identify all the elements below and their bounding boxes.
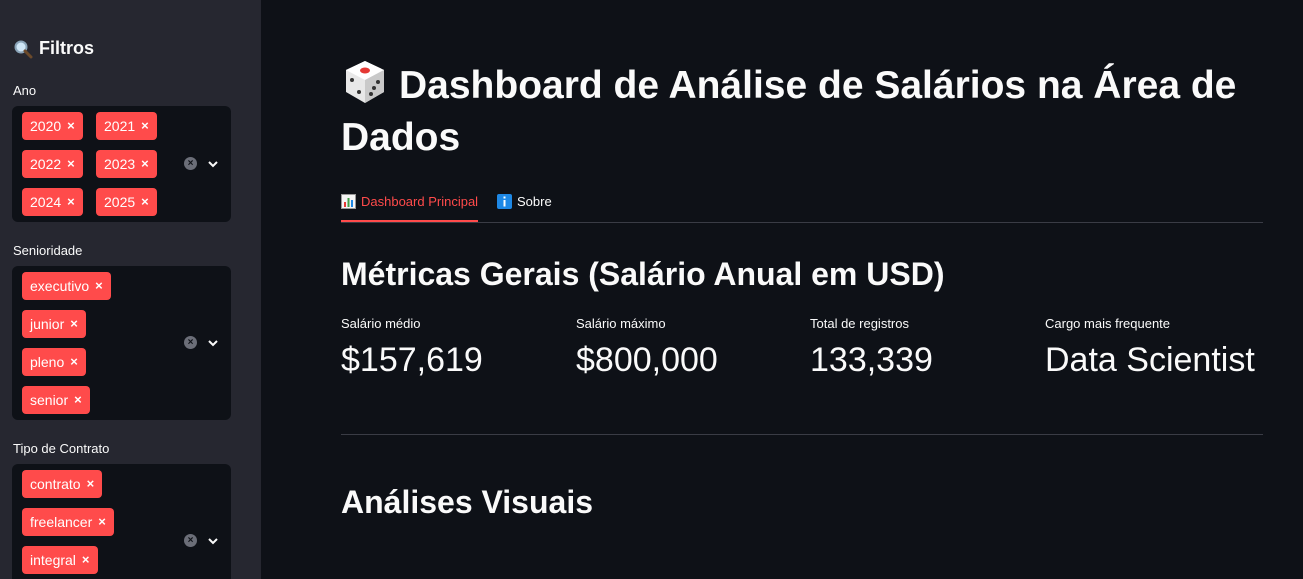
chip-label: senior xyxy=(30,392,69,408)
chip-remove-icon[interactable]: × xyxy=(67,150,75,178)
metric-total-registros: Total de registros 133,339 xyxy=(810,316,1030,380)
metric-salario-medio: Salário médio $157,619 xyxy=(341,316,561,380)
chip-remove-icon[interactable]: × xyxy=(70,310,78,338)
chip-remove-icon[interactable]: × xyxy=(67,188,75,216)
metrics-heading: Métricas Gerais (Salário Anual em USD) xyxy=(341,256,945,292)
metric-label: Total de registros xyxy=(810,316,909,331)
chip-2021: 2021 × xyxy=(96,112,157,140)
metric-label: Salário médio xyxy=(341,316,421,331)
metric-value: Data Scientist xyxy=(1045,341,1255,379)
divider xyxy=(341,434,1263,435)
chip-junior: junior × xyxy=(22,310,86,338)
chip-label: 2024 xyxy=(30,194,62,210)
metric-value: $157,619 xyxy=(341,341,483,379)
sidebar: Filtros Ano 2020 × 2021 × 2022 × 2023 × 2024… xyxy=(0,0,261,579)
chip-2024: 2024 × xyxy=(22,188,83,216)
chevron-down-icon[interactable] xyxy=(207,535,219,547)
chip-remove-icon[interactable]: × xyxy=(141,112,149,140)
die-icon xyxy=(346,61,384,103)
chip-label: 2021 xyxy=(104,118,136,134)
chip-senior: senior × xyxy=(22,386,90,414)
info-icon xyxy=(497,193,512,209)
tab-label: Dashboard Principal xyxy=(361,193,479,209)
chip-label: contrato xyxy=(30,476,81,492)
chip-label: junior xyxy=(30,316,65,332)
chip-label: 2023 xyxy=(104,156,136,172)
magnifier-icon xyxy=(14,40,33,58)
clear-all-icon[interactable]: × xyxy=(184,336,197,349)
chip-label: 2020 xyxy=(30,118,62,134)
sidebar-title-text: Filtros xyxy=(39,38,95,58)
chip-2020: 2020 × xyxy=(22,112,83,140)
page-title: Dashboard de Análise de Salários na Área… xyxy=(341,58,1263,164)
multiselect-ano[interactable]: 2020 × 2021 × 2022 × 2023 × 2024 × 2025 × × xyxy=(12,106,231,222)
metric-value: $800,000 xyxy=(576,341,718,379)
chip-label: pleno xyxy=(30,354,65,370)
multiselect-senioridade[interactable]: executivo × junior × pleno × senior × × xyxy=(12,266,231,420)
sidebar-title: Filtros xyxy=(13,38,94,59)
visuals-heading: Análises Visuais xyxy=(341,484,593,520)
chip-label: executivo xyxy=(30,278,90,294)
multiselect-controls: × xyxy=(184,157,219,170)
chip-remove-icon[interactable]: × xyxy=(82,546,90,574)
chip-remove-icon[interactable]: × xyxy=(67,112,75,140)
tab-dashboard-principal[interactable]: Dashboard Principal xyxy=(341,182,479,222)
page-title-text: Dashboard de Análise de Salários na Área… xyxy=(341,64,1237,159)
multiselect-tipo-contrato[interactable]: contrato × freelancer × integral × × xyxy=(12,464,231,579)
tab-label: Sobre xyxy=(517,193,552,209)
tab-sobre[interactable]: Sobre xyxy=(497,182,552,220)
bar-chart-icon xyxy=(341,193,356,209)
chip-remove-icon[interactable]: × xyxy=(141,150,149,178)
chip-contrato: contrato × xyxy=(22,470,103,498)
clear-all-icon[interactable]: × xyxy=(184,534,197,547)
chip-label: integral xyxy=(30,552,76,568)
chip-2025: 2025 × xyxy=(96,188,157,216)
metric-label: Salário máximo xyxy=(576,316,666,331)
chip-freelancer: freelancer × xyxy=(22,508,114,536)
chip-remove-icon[interactable]: × xyxy=(98,508,106,536)
chip-label: 2025 xyxy=(104,194,136,210)
chip-label: freelancer xyxy=(30,514,93,530)
chevron-down-icon[interactable] xyxy=(207,337,219,349)
metric-label: Cargo mais frequente xyxy=(1045,316,1171,331)
chip-label: 2022 xyxy=(30,156,62,172)
chip-remove-icon[interactable]: × xyxy=(70,348,78,376)
metric-value: 133,339 xyxy=(810,341,933,379)
metric-cargo-frequente: Cargo mais frequente Data Scientist xyxy=(1045,316,1265,380)
multiselect-controls: × xyxy=(184,336,219,349)
tab-bar: Dashboard Principal Sobre xyxy=(341,182,1263,223)
chip-integral: integral × xyxy=(22,546,98,574)
clear-all-icon[interactable]: × xyxy=(184,157,197,170)
chip-remove-icon[interactable]: × xyxy=(141,188,149,216)
chip-pleno: pleno × xyxy=(22,348,86,376)
filter-label-senioridade: Senioridade xyxy=(13,243,83,258)
chip-2023: 2023 × xyxy=(96,150,157,178)
chip-remove-icon[interactable]: × xyxy=(95,272,103,300)
metric-salario-maximo: Salário máximo $800,000 xyxy=(576,316,796,380)
chip-remove-icon[interactable]: × xyxy=(87,470,95,498)
multiselect-controls: × xyxy=(184,534,219,547)
filter-label-tipo-contrato: Tipo de Contrato xyxy=(13,441,110,456)
chip-2022: 2022 × xyxy=(22,150,83,178)
chip-remove-icon[interactable]: × xyxy=(74,386,82,414)
chevron-down-icon[interactable] xyxy=(207,158,219,170)
chip-executivo: executivo × xyxy=(22,272,111,300)
filter-label-ano: Ano xyxy=(13,83,37,98)
